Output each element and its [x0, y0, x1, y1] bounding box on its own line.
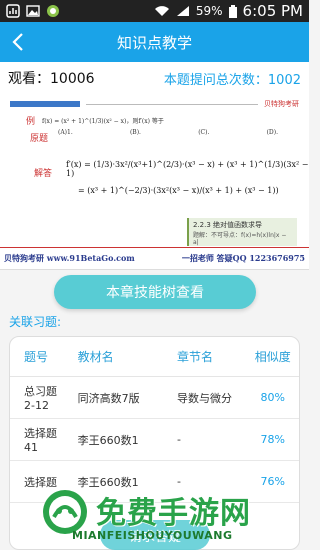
app-notification-icon	[6, 4, 20, 18]
page-title: 知识点教学	[116, 33, 192, 52]
choice-a: (A)1.	[58, 129, 73, 136]
note-body: 题解：不可导点：f(x)=h(x)ln|x − a|	[193, 232, 287, 246]
related-title: 关联习题:	[9, 315, 62, 329]
asked-count: 本题提问总次数：1002	[163, 72, 301, 88]
row-chapter: -	[176, 433, 181, 446]
row-id: 选择题	[24, 475, 57, 489]
row-id: 总习题2-12	[24, 385, 57, 412]
app-bar: 知识点教学	[0, 22, 309, 62]
row-chapter: 导数与微分	[176, 391, 232, 405]
row-similarity: 78%	[260, 433, 285, 446]
table-row[interactable]: 总习题2-12 同济高数7版 导数与微分 80%	[10, 377, 299, 419]
wifi-icon	[154, 6, 169, 16]
note-title: 2.2.3 绝对值函数求导	[193, 221, 263, 229]
row-textbook: 李王660数1	[77, 475, 139, 489]
row-similarity: 80%	[260, 391, 285, 404]
row-id: 选择题41	[24, 427, 57, 454]
battery-percent: 59%	[195, 4, 223, 18]
label-example: 例	[26, 117, 36, 127]
lecture-footer: 贝特狗考研 www.91BetaGo.com 一招老师 答疑QQ 1223676…	[0, 247, 309, 269]
table-header: 题号 教材名 章节名 相似度	[10, 337, 299, 377]
header-rule	[86, 103, 258, 105]
header-chapter: 章节名	[176, 350, 213, 364]
header-bar	[10, 101, 80, 107]
header-id: 题号	[24, 350, 49, 364]
battery-icon	[228, 4, 237, 18]
skill-tree-button[interactable]: 本章技能树查看	[54, 275, 256, 309]
footer-right: 一招老师 答疑QQ 1223676975	[181, 253, 305, 263]
footer-left: 贝特狗考研 www.91BetaGo.com	[4, 253, 135, 263]
row-textbook: 同济高数7版	[77, 391, 140, 405]
ask-question-button[interactable]: 请求答疑	[100, 520, 210, 550]
table-row[interactable]: 选择题41 李王660数1 - 78%	[10, 419, 299, 461]
formula-line-1: f′(x) = (1/3)·3x²/(x³+1)^(2/3)·(x³ − x) …	[66, 160, 309, 178]
stats-row: 观看：10006 本题提问总次数：1002	[0, 62, 309, 94]
choice-c: (C).	[198, 129, 210, 136]
lecture-header: 贝特狗考研	[10, 100, 299, 108]
table-row[interactable]: 选择题 李王660数1 - 76%	[10, 461, 299, 503]
row-chapter: -	[176, 475, 181, 488]
status-bar: 59% 6:05 PM	[0, 0, 309, 22]
choice-d: (D).	[266, 129, 278, 136]
signal-icon	[176, 6, 189, 16]
label-question: 原题	[30, 134, 49, 144]
header-similarity: 相似度	[254, 350, 291, 364]
formula-line-2: = (x³ + 1)^(−2/3)·(3x²(x³ − x)/(x³ + 1) …	[78, 186, 279, 195]
choices-row: (A)1. (B). (C). (D).	[58, 129, 278, 136]
notification-icons	[6, 4, 60, 18]
back-button[interactable]	[6, 30, 30, 54]
view-count: 观看：10006	[8, 71, 95, 87]
header-textbook: 教材名	[77, 350, 114, 364]
choice-b: (B).	[129, 129, 141, 136]
note-box: 2.2.3 绝对值函数求导 题解：不可导点：f(x)=h(x)ln|x − a|	[187, 218, 297, 246]
app-badge-icon	[47, 5, 59, 17]
image-notification-icon	[26, 5, 40, 17]
row-similarity: 76%	[260, 475, 285, 488]
label-answer: 解答	[34, 169, 53, 179]
row-textbook: 李王660数1	[77, 433, 139, 447]
chevron-left-icon	[12, 33, 23, 51]
header-brand: 贝特狗考研	[264, 100, 299, 108]
clock: 6:05 PM	[242, 2, 303, 20]
related-table: 题号 教材名 章节名 相似度 总习题2-12 同济高数7版 导数与微分 80% …	[9, 336, 300, 550]
question-text: f(x) = (x² + 1)^(1/3)(x² − x)，则f′(x) 等于	[42, 118, 164, 125]
lecture-image[interactable]: 贝特狗考研 例 f(x) = (x² + 1)^(1/3)(x² − x)，则f…	[0, 94, 309, 270]
